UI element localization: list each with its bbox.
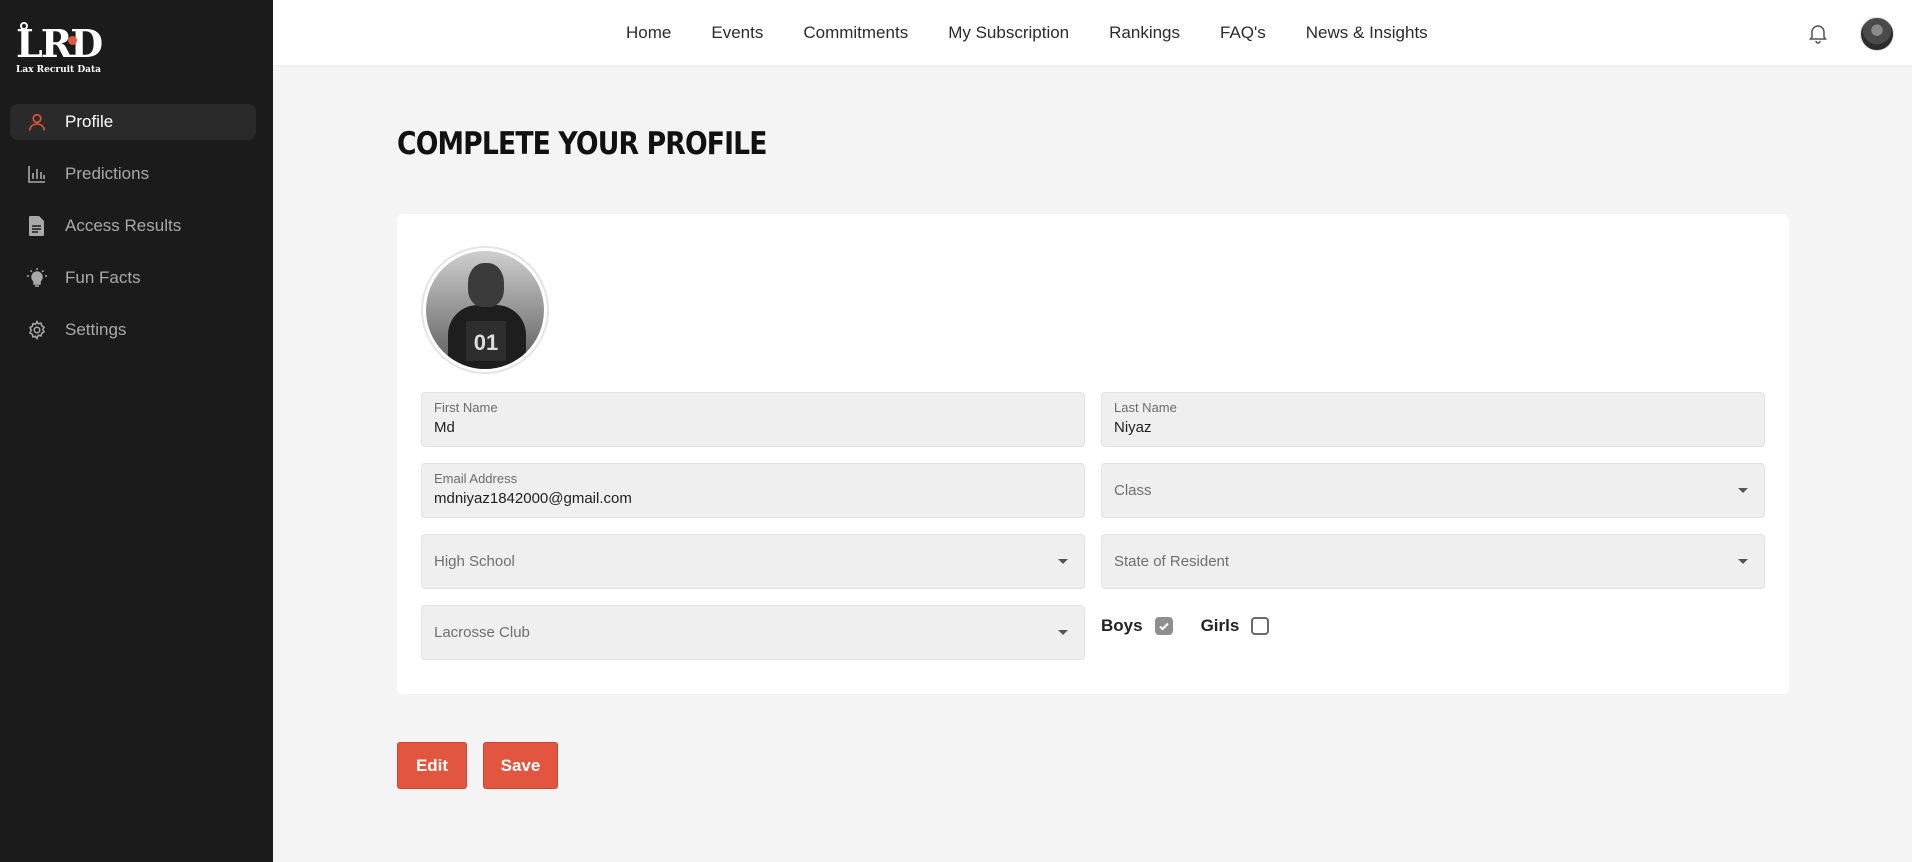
nav-link-news-insights[interactable]: News & Insights [1306, 23, 1428, 43]
nav-link-my-subscription[interactable]: My Subscription [948, 23, 1069, 43]
photo-jersey: 01 [466, 321, 506, 361]
nav-link-events[interactable]: Events [711, 23, 763, 43]
gender-checkboxes: Boys Girls [1101, 616, 1297, 636]
top-navbar: Home Events Commitments My Subscription … [273, 0, 1912, 66]
bar-chart-icon [26, 163, 48, 185]
profile-photo[interactable]: 01 [421, 246, 549, 374]
nav-link-faqs[interactable]: FAQ's [1220, 23, 1266, 43]
lacrosse-club-select[interactable]: Lacrosse Club [421, 605, 1085, 660]
lrd-logo[interactable]: LRD Lax Recruit Data [16, 21, 108, 76]
profile-form-card: 01 First Name Md Last Name Niyaz Email A… [397, 214, 1789, 694]
sidebar-item-access-results[interactable]: Access Results [10, 208, 256, 244]
sidebar-item-label: Predictions [65, 164, 150, 183]
page-title: COMPLETE YOUR PROFILE [397, 126, 768, 162]
high-school-select[interactable]: High School [421, 534, 1085, 589]
photo-figure-head [468, 263, 504, 307]
last-name-label: Last Name [1114, 400, 1177, 415]
boys-label: Boys [1101, 616, 1143, 635]
first-name-field[interactable]: First Name Md [421, 392, 1085, 447]
nav-link-home[interactable]: Home [626, 23, 671, 43]
lacrosse-club-placeholder: Lacrosse Club [434, 624, 530, 641]
class-placeholder: Class [1114, 482, 1152, 499]
sidebar: LRD Lax Recruit Data Profile Predictions… [0, 0, 273, 862]
sidebar-item-label: Profile [65, 112, 114, 131]
document-icon [26, 215, 48, 237]
sidebar-item-label: Access Results [65, 216, 182, 235]
sidebar-item-predictions[interactable]: Predictions [10, 156, 256, 192]
boys-checkbox[interactable] [1154, 617, 1173, 635]
chevron-down-icon [1058, 559, 1068, 564]
chevron-down-icon [1058, 630, 1068, 635]
gear-icon [26, 319, 48, 341]
bell-icon[interactable] [1807, 22, 1829, 44]
logo-subtitle: Lax Recruit Data [16, 65, 101, 75]
logo-accent-dot [68, 36, 77, 45]
email-value: mdniyaz1842000@gmail.com [434, 490, 632, 507]
edit-button[interactable]: Edit [397, 742, 467, 789]
nav-link-rankings[interactable]: Rankings [1109, 23, 1180, 43]
last-name-field[interactable]: Last Name Niyaz [1101, 392, 1765, 447]
user-avatar[interactable] [1860, 17, 1894, 51]
user-icon [26, 111, 48, 133]
profile-photo-image: 01 [426, 251, 544, 369]
girls-checkbox[interactable] [1251, 617, 1270, 635]
email-field[interactable]: Email Address mdniyaz1842000@gmail.com [421, 463, 1085, 518]
check-icon [1158, 622, 1169, 631]
nav-link-commitments[interactable]: Commitments [803, 23, 908, 43]
sidebar-item-label: Settings [65, 320, 127, 339]
lacrosse-stick-icon [20, 22, 28, 30]
class-select[interactable]: Class [1101, 463, 1765, 518]
email-label: Email Address [434, 471, 518, 486]
top-nav-links: Home Events Commitments My Subscription … [626, 0, 1468, 66]
chevron-down-icon [1738, 488, 1748, 493]
first-name-label: First Name [434, 400, 498, 415]
state-placeholder: State of Resident [1114, 553, 1230, 570]
sidebar-item-fun-facts[interactable]: Fun Facts [10, 260, 256, 296]
chevron-down-icon [1738, 559, 1748, 564]
last-name-value: Niyaz [1114, 419, 1152, 436]
girls-label: Girls [1200, 616, 1240, 635]
first-name-value: Md [434, 419, 455, 436]
sidebar-item-profile[interactable]: Profile [10, 104, 256, 140]
state-select[interactable]: State of Resident [1101, 534, 1765, 589]
high-school-placeholder: High School [434, 553, 515, 570]
sidebar-item-settings[interactable]: Settings [10, 312, 256, 348]
sidebar-item-label: Fun Facts [65, 268, 141, 287]
logo-mark: LRD [16, 21, 103, 66]
lightbulb-icon [26, 267, 48, 289]
save-button[interactable]: Save [483, 742, 558, 789]
